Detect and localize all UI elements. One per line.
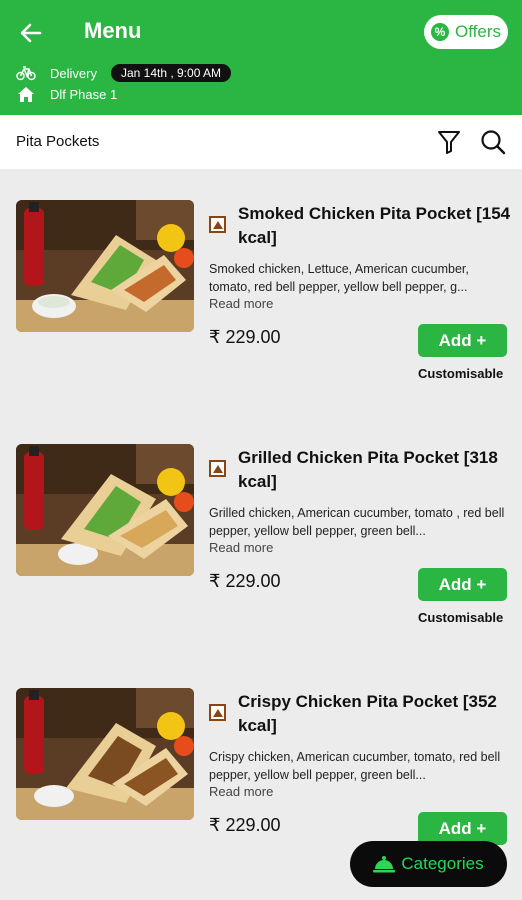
add-button[interactable]: Add + bbox=[418, 568, 507, 601]
cloche-icon bbox=[373, 856, 396, 873]
read-more-link[interactable]: Read more bbox=[209, 296, 273, 311]
non-veg-indicator-icon bbox=[209, 460, 226, 477]
delivery-label: Delivery bbox=[50, 65, 97, 81]
item-description: Smoked chicken, Lettuce, American cucumb… bbox=[209, 262, 469, 294]
back-arrow-icon[interactable] bbox=[18, 20, 44, 46]
category-title: Pita Pockets bbox=[16, 133, 100, 150]
location-label: Dlf Phase 1 bbox=[50, 86, 118, 102]
item-description: Crispy chicken, American cucumber, tomat… bbox=[209, 750, 501, 782]
page-title: Menu bbox=[84, 18, 142, 43]
item-photo bbox=[16, 688, 194, 820]
item-photo bbox=[16, 444, 194, 576]
offer-badge-icon: % bbox=[431, 23, 449, 41]
non-veg-indicator-icon bbox=[209, 216, 226, 233]
item-price: ₹ 229.00 bbox=[209, 815, 281, 835]
read-more-link[interactable]: Read more bbox=[209, 784, 273, 799]
item-photo bbox=[16, 200, 194, 332]
bicycle-icon bbox=[16, 66, 36, 81]
item-price: ₹ 229.00 bbox=[209, 327, 281, 347]
categories-button[interactable]: Categories bbox=[350, 841, 507, 887]
filter-icon[interactable] bbox=[437, 129, 461, 155]
menu-item[interactable]: Grilled Chicken Pita Pocket [318 kcal] G… bbox=[0, 444, 522, 644]
customisable-label: Customisable bbox=[418, 610, 504, 625]
item-price: ₹ 229.00 bbox=[209, 571, 281, 591]
search-icon[interactable] bbox=[479, 128, 507, 156]
offers-label: Offers bbox=[455, 22, 501, 41]
menu-item[interactable]: Smoked Chicken Pita Pocket [154 kcal] Sm… bbox=[0, 200, 522, 400]
customisable-label: Customisable bbox=[418, 366, 504, 381]
home-icon bbox=[18, 87, 34, 102]
read-more-link[interactable]: Read more bbox=[209, 540, 273, 555]
location-info[interactable]: Dlf Phase 1 bbox=[16, 85, 117, 103]
item-name: Crispy Chicken Pita Pocket [352 kcal] bbox=[238, 692, 497, 735]
add-button[interactable]: Add + bbox=[418, 324, 507, 357]
item-description: Grilled chicken, American cucumber, toma… bbox=[209, 506, 505, 538]
top-app-bar: Menu % Offers Delivery Jan 14th , 9:00 A… bbox=[0, 0, 522, 115]
delivery-info[interactable]: Delivery Jan 14th , 9:00 AM bbox=[16, 64, 232, 82]
delivery-datetime[interactable]: Jan 14th , 9:00 AM bbox=[110, 64, 232, 82]
item-name: Grilled Chicken Pita Pocket [318 kcal] bbox=[238, 448, 498, 491]
offers-button[interactable]: % Offers bbox=[424, 15, 508, 49]
categories-label: Categories bbox=[401, 854, 484, 873]
non-veg-indicator-icon bbox=[209, 704, 226, 721]
item-name: Smoked Chicken Pita Pocket [154 kcal] bbox=[238, 204, 511, 247]
